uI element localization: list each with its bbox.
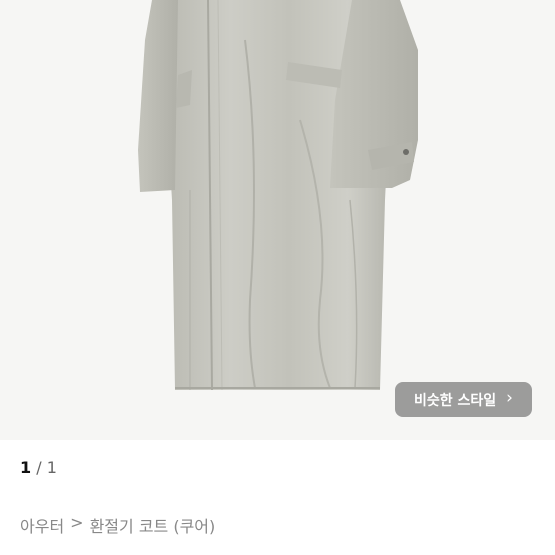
breadcrumb: 아우터 > 환절기 코트 (쿠어) xyxy=(20,513,215,537)
left-sleeve xyxy=(138,0,178,192)
chevron-right-icon: › xyxy=(506,388,513,408)
breadcrumb-category[interactable]: 아우터 xyxy=(20,513,64,537)
page-separator: / xyxy=(36,458,42,477)
cuff-button xyxy=(403,149,409,155)
current-page: 1 xyxy=(20,458,32,477)
coat-illustration xyxy=(138,0,418,391)
product-image[interactable]: 비슷한 스타일 › xyxy=(0,0,555,440)
similar-style-button[interactable]: 비슷한 스타일 › xyxy=(395,382,532,417)
similar-style-label: 비슷한 스타일 xyxy=(414,392,497,409)
total-pages: 1 xyxy=(46,458,57,477)
breadcrumb-separator: > xyxy=(70,513,84,532)
image-pagination: 1 / 1 xyxy=(20,458,57,477)
breadcrumb-subcategory[interactable]: 환절기 코트 (쿠어) xyxy=(90,513,216,537)
